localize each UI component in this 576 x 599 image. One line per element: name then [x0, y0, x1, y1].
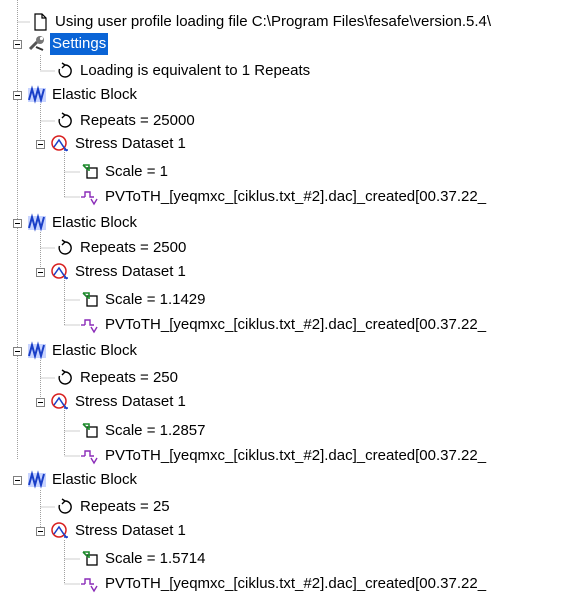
tree-item-repeats[interactable]: Repeats = 2500 — [55, 237, 188, 259]
tree-item-scale[interactable]: Scale = 1.1429 — [80, 289, 208, 311]
collapse-toggle-dataset-1[interactable] — [36, 140, 45, 149]
collapse-toggle-block-2[interactable] — [13, 219, 22, 228]
time-history-label: PVToTH_[yeqmxc_[ciklus.txt_#2].dac]_crea… — [105, 316, 487, 333]
repeat-cycle-icon — [55, 368, 75, 388]
elastic-block-label: Elastic Block — [52, 471, 138, 488]
elastic-block-icon — [27, 85, 47, 105]
tree-item-time-history[interactable]: PVToTH_[yeqmxc_[ciklus.txt_#2].dac]_crea… — [80, 445, 488, 467]
file-icon — [30, 12, 50, 32]
time-history-label: PVToTH_[yeqmxc_[ciklus.txt_#2].dac]_crea… — [105, 188, 487, 205]
tree-item-stress-dataset[interactable]: Stress Dataset 1 — [50, 261, 188, 283]
loading-tree: Using user profile loading file C:\Progr… — [0, 0, 576, 599]
tree-item-elastic-block-1[interactable]: Elastic Block — [27, 84, 139, 106]
tree-item-scale[interactable]: Scale = 1.2857 — [80, 420, 208, 442]
scale-label: Scale = 1.5714 — [105, 550, 206, 567]
tree-item-time-history[interactable]: PVToTH_[yeqmxc_[ciklus.txt_#2].dac]_crea… — [80, 314, 488, 336]
tree-item-stress-dataset[interactable]: Stress Dataset 1 — [50, 391, 188, 413]
tree-item-elastic-block-2[interactable]: Elastic Block — [27, 212, 139, 234]
tree-item-repeats[interactable]: Repeats = 250 — [55, 367, 180, 389]
stress-dataset-icon — [50, 134, 70, 154]
tree-item-stress-dataset[interactable]: Stress Dataset 1 — [50, 133, 188, 155]
repeats-label: Repeats = 25000 — [80, 112, 195, 129]
scale-icon — [80, 290, 100, 310]
scale-label: Scale = 1 — [105, 163, 168, 180]
time-history-label: PVToTH_[yeqmxc_[ciklus.txt_#2].dac]_crea… — [105, 575, 487, 592]
repeats-label: Repeats = 2500 — [80, 239, 187, 256]
scale-label: Scale = 1.2857 — [105, 422, 206, 439]
tree-item-settings[interactable]: Settings — [27, 33, 109, 55]
collapse-toggle-block-3[interactable] — [13, 347, 22, 356]
wrench-settings-icon — [27, 34, 47, 54]
stress-dataset-label: Stress Dataset 1 — [75, 522, 186, 539]
profile-file-label: Using user profile loading file C:\Progr… — [55, 13, 492, 30]
time-history-label: PVToTH_[yeqmxc_[ciklus.txt_#2].dac]_crea… — [105, 447, 487, 464]
tree-item-loading[interactable]: Loading is equivalent to 1 Repeats — [55, 60, 312, 82]
tree-item-elastic-block-3[interactable]: Elastic Block — [27, 340, 139, 362]
tree-item-elastic-block-4[interactable]: Elastic Block — [27, 469, 139, 491]
collapse-toggle-block-4[interactable] — [13, 476, 22, 485]
elastic-block-icon — [27, 213, 47, 233]
loading-label: Loading is equivalent to 1 Repeats — [80, 62, 311, 79]
collapse-toggle-settings[interactable] — [13, 40, 22, 49]
collapse-toggle-block-1[interactable] — [13, 91, 22, 100]
elastic-block-label: Elastic Block — [52, 86, 138, 103]
repeats-label: Repeats = 250 — [80, 369, 178, 386]
repeats-label: Repeats = 25 — [80, 498, 170, 515]
tree-item-time-history[interactable]: PVToTH_[yeqmxc_[ciklus.txt_#2].dac]_crea… — [80, 573, 488, 595]
time-history-icon — [80, 315, 100, 335]
scale-icon — [80, 549, 100, 569]
tree-item-scale[interactable]: Scale = 1 — [80, 161, 170, 183]
stress-dataset-icon — [50, 392, 70, 412]
stress-dataset-label: Stress Dataset 1 — [75, 393, 186, 410]
tree-item-time-history[interactable]: PVToTH_[yeqmxc_[ciklus.txt_#2].dac]_crea… — [80, 186, 488, 208]
tree-item-repeats[interactable]: Repeats = 25 — [55, 496, 172, 518]
stress-dataset-label: Stress Dataset 1 — [75, 135, 186, 152]
tree-item-profile-file[interactable]: Using user profile loading file C:\Progr… — [30, 11, 493, 33]
stress-dataset-icon — [50, 521, 70, 541]
tree-item-stress-dataset[interactable]: Stress Dataset 1 — [50, 520, 188, 542]
elastic-block-icon — [27, 470, 47, 490]
repeat-cycle-icon — [55, 111, 75, 131]
repeat-cycle-icon — [55, 61, 75, 81]
elastic-block-label: Elastic Block — [52, 342, 138, 359]
collapse-toggle-dataset-3[interactable] — [36, 398, 45, 407]
elastic-block-icon — [27, 341, 47, 361]
repeat-cycle-icon — [55, 497, 75, 517]
tree-item-scale[interactable]: Scale = 1.5714 — [80, 548, 208, 570]
time-history-icon — [80, 446, 100, 466]
repeat-cycle-icon — [55, 238, 75, 258]
tree-item-repeats[interactable]: Repeats = 25000 — [55, 110, 197, 132]
collapse-toggle-dataset-2[interactable] — [36, 268, 45, 277]
settings-label: Settings — [50, 33, 109, 55]
elastic-block-label: Elastic Block — [52, 214, 138, 231]
time-history-icon — [80, 187, 100, 207]
stress-dataset-icon — [50, 262, 70, 282]
collapse-toggle-dataset-4[interactable] — [36, 527, 45, 536]
scale-icon — [80, 421, 100, 441]
scale-label: Scale = 1.1429 — [105, 291, 206, 308]
time-history-icon — [80, 574, 100, 594]
scale-icon — [80, 162, 100, 182]
stress-dataset-label: Stress Dataset 1 — [75, 263, 186, 280]
